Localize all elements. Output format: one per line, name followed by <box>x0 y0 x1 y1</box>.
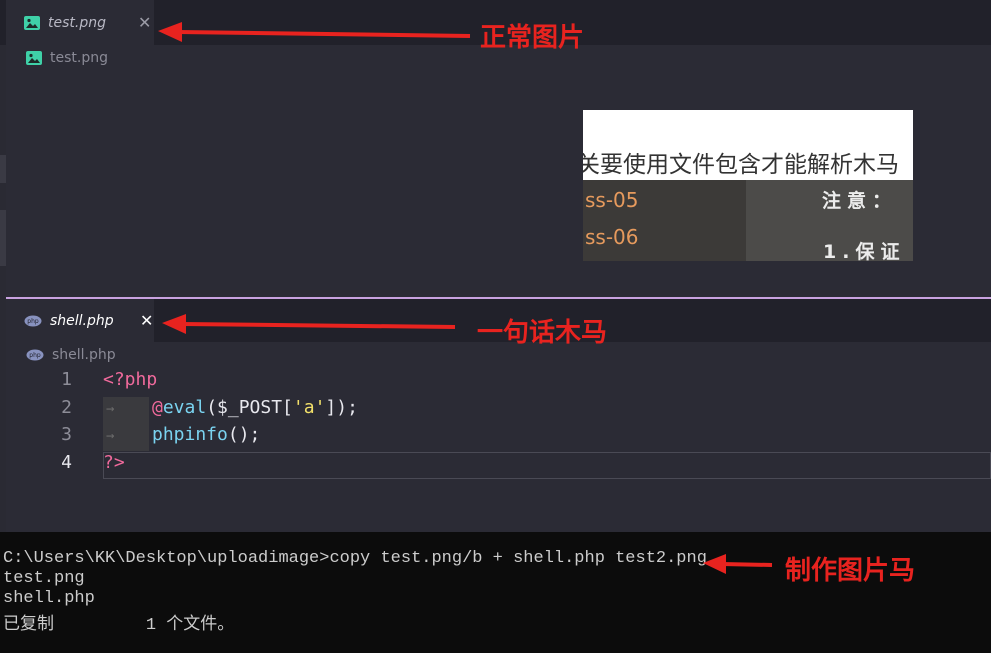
arrow-line <box>177 30 471 38</box>
arrowhead <box>158 22 182 42</box>
annotation-normal-image: 正常图片 <box>480 23 585 53</box>
arrow-line <box>181 322 456 329</box>
arrowhead <box>162 314 186 334</box>
arrow-line <box>721 562 773 567</box>
annotation-one-line-trojan: 一句话木马 <box>477 318 608 348</box>
arrowhead <box>703 554 726 574</box>
annotation-make-image-trojan: 制作图片马 <box>785 556 916 586</box>
